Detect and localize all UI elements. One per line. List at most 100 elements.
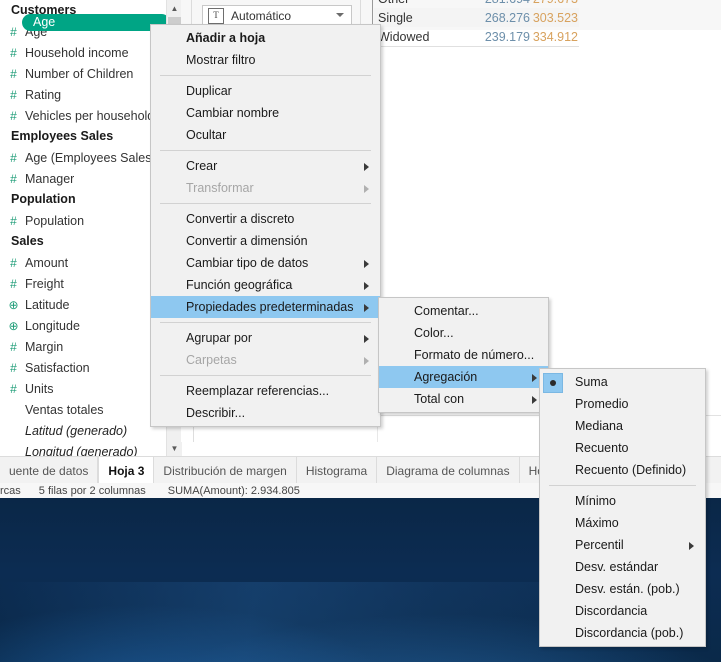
- menu-item[interactable]: Mostrar filtro: [151, 49, 380, 71]
- menu-item-label: Recuento (Definido): [575, 463, 687, 477]
- menu-item[interactable]: Convertir a discreto: [151, 208, 380, 230]
- chevron-right-icon: [689, 542, 694, 550]
- data-pane-field[interactable]: ⊕ Latitude: [0, 294, 166, 315]
- menu-item[interactable]: Desv. están. (pob.): [540, 578, 705, 600]
- data-pane-field-label: Population: [25, 213, 85, 228]
- menu-item[interactable]: Duplicar: [151, 80, 380, 102]
- menu-item-label: Cambiar tipo de datos: [186, 256, 309, 270]
- chevron-right-icon: [364, 185, 369, 193]
- menu-item-label: Promedio: [575, 397, 629, 411]
- menu-item[interactable]: Promedio: [540, 393, 705, 415]
- data-pane-field[interactable]: # Margin: [0, 336, 166, 357]
- crosstab-value-2: 279.673: [530, 0, 578, 6]
- data-pane-field-label: Age (Employees Sales): [25, 150, 156, 165]
- selected-field-pill[interactable]: Age: [22, 14, 166, 31]
- number-icon: #: [10, 171, 17, 186]
- field-context-menu[interactable]: Añadir a hoja Mostrar filtro Duplicar Cambi…: [150, 24, 381, 427]
- menu-item-label: Color...: [414, 326, 454, 340]
- menu-item[interactable]: Cambiar tipo de datos: [151, 252, 380, 274]
- menu-item[interactable]: Describir...: [151, 402, 380, 424]
- menu-item[interactable]: Total con: [379, 388, 548, 410]
- data-pane-field[interactable]: # Units: [0, 378, 166, 399]
- menu-item[interactable]: Comentar...: [379, 300, 548, 322]
- crosstab-table: Married305.361294.261Other281.694279.673…: [372, 0, 579, 60]
- menu-item[interactable]: Máximo: [540, 512, 705, 534]
- menu-item-label: Agregación: [414, 370, 478, 384]
- menu-item[interactable]: Propiedades predeterminadas: [151, 296, 380, 318]
- data-pane-field[interactable]: # Household income: [0, 42, 166, 63]
- data-pane-group-header: Sales: [11, 234, 44, 248]
- menu-item[interactable]: Recuento: [540, 437, 705, 459]
- menu-item-label: Transformar: [186, 181, 254, 195]
- status-rows-cols: 5 filas por 2 columnas: [38, 484, 146, 497]
- radio-selected-icon: [543, 373, 563, 393]
- data-pane-field[interactable]: Latitud (generado): [0, 420, 166, 441]
- menu-item-label: Carpetas: [186, 353, 237, 367]
- tableau-window: Customers # Age # Household income # Number of…: [0, 0, 721, 662]
- data-pane-field[interactable]: # Rating: [0, 84, 166, 105]
- menu-item[interactable]: Color...: [379, 322, 548, 344]
- menu-item[interactable]: Mínimo: [540, 490, 705, 512]
- aggregation-submenu[interactable]: Suma Promedio Mediana Recuento Recuento (Def…: [539, 368, 706, 647]
- worksheet-tab-label: Hoja 3: [108, 463, 145, 478]
- menu-item[interactable]: Discordancia: [540, 600, 705, 622]
- worksheet-tab[interactable]: uente de datos: [0, 457, 99, 484]
- data-pane-field[interactable]: # Amount: [0, 252, 166, 273]
- worksheet-tab[interactable]: Hoja 3: [98, 457, 155, 484]
- scroll-up-arrow[interactable]: ▲: [167, 0, 182, 16]
- data-pane-field[interactable]: # Population: [0, 210, 166, 231]
- menu-item[interactable]: Formato de número...: [379, 344, 548, 366]
- chevron-down-icon[interactable]: [336, 13, 344, 17]
- menu-item[interactable]: Crear: [151, 155, 380, 177]
- menu-item-label: Discordancia: [575, 604, 648, 618]
- crosstab-row-label: Other: [374, 0, 478, 6]
- data-pane-field[interactable]: # Freight: [0, 273, 166, 294]
- data-pane-field[interactable]: Longitud (generado): [0, 441, 166, 457]
- worksheet-tab[interactable]: Distribución de margen: [154, 457, 297, 484]
- chevron-right-icon: [532, 396, 537, 404]
- menu-item[interactable]: Ocultar: [151, 124, 380, 146]
- scroll-down-arrow[interactable]: ▼: [167, 440, 182, 456]
- menu-item[interactable]: Mediana: [540, 415, 705, 437]
- table-row[interactable]: Widowed 239.179 334.912: [374, 27, 579, 46]
- crosstab-value-1: 281.694: [478, 0, 530, 6]
- data-pane-field-label: Number of Children: [25, 66, 134, 81]
- number-icon: #: [10, 339, 17, 354]
- data-pane-field-label: Longitude: [25, 318, 80, 333]
- menu-separator: [160, 322, 371, 323]
- menu-item[interactable]: Desv. estándar: [540, 556, 705, 578]
- data-pane-field-label: Satisfaction: [25, 360, 90, 375]
- data-pane-field[interactable]: Ventas totales: [0, 399, 166, 420]
- data-pane-field[interactable]: # Satisfaction: [0, 357, 166, 378]
- data-pane-field[interactable]: # Number of Children: [0, 63, 166, 84]
- menu-item-label: Percentil: [575, 538, 624, 552]
- data-pane-field[interactable]: # Age (Employees Sales): [0, 147, 166, 168]
- menu-item[interactable]: Agregación: [379, 366, 548, 388]
- menu-item[interactable]: Recuento (Definido): [540, 459, 705, 481]
- worksheet-tab[interactable]: Diagrama de columnas: [377, 457, 520, 484]
- data-pane-group-header: Employees Sales: [11, 129, 114, 143]
- menu-item[interactable]: Cambiar nombre: [151, 102, 380, 124]
- data-pane-field[interactable]: ⊕ Longitude: [0, 315, 166, 336]
- menu-item[interactable]: Reemplazar referencias...: [151, 380, 380, 402]
- menu-item[interactable]: Suma: [540, 371, 705, 393]
- number-icon: #: [10, 213, 17, 228]
- data-pane-field-label: Margin: [25, 339, 64, 354]
- menu-item-label: Mostrar filtro: [186, 53, 256, 67]
- table-row[interactable]: Single 268.276 303.523: [374, 8, 579, 27]
- chevron-right-icon: [364, 260, 369, 268]
- data-pane-field-label: Household income: [25, 45, 129, 60]
- menu-item-label: Convertir a dimensión: [186, 234, 308, 248]
- worksheet-tab[interactable]: Histograma: [296, 457, 378, 484]
- data-pane-field[interactable]: # Vehicles per household: [0, 105, 166, 126]
- menu-item[interactable]: Función geográfica: [151, 274, 380, 296]
- menu-item[interactable]: Percentil: [540, 534, 705, 556]
- menu-item[interactable]: Añadir a hoja: [151, 27, 380, 49]
- table-row[interactable]: Other281.694279.673: [374, 0, 579, 8]
- menu-item[interactable]: Convertir a dimensión: [151, 230, 380, 252]
- menu-item[interactable]: Agrupar por: [151, 327, 380, 349]
- status-marks: rcas: [0, 484, 21, 497]
- default-properties-submenu[interactable]: Comentar... Color... Formato de número... A…: [378, 297, 549, 413]
- data-pane-field[interactable]: # Manager: [0, 168, 166, 189]
- menu-item[interactable]: Discordancia (pob.): [540, 622, 705, 644]
